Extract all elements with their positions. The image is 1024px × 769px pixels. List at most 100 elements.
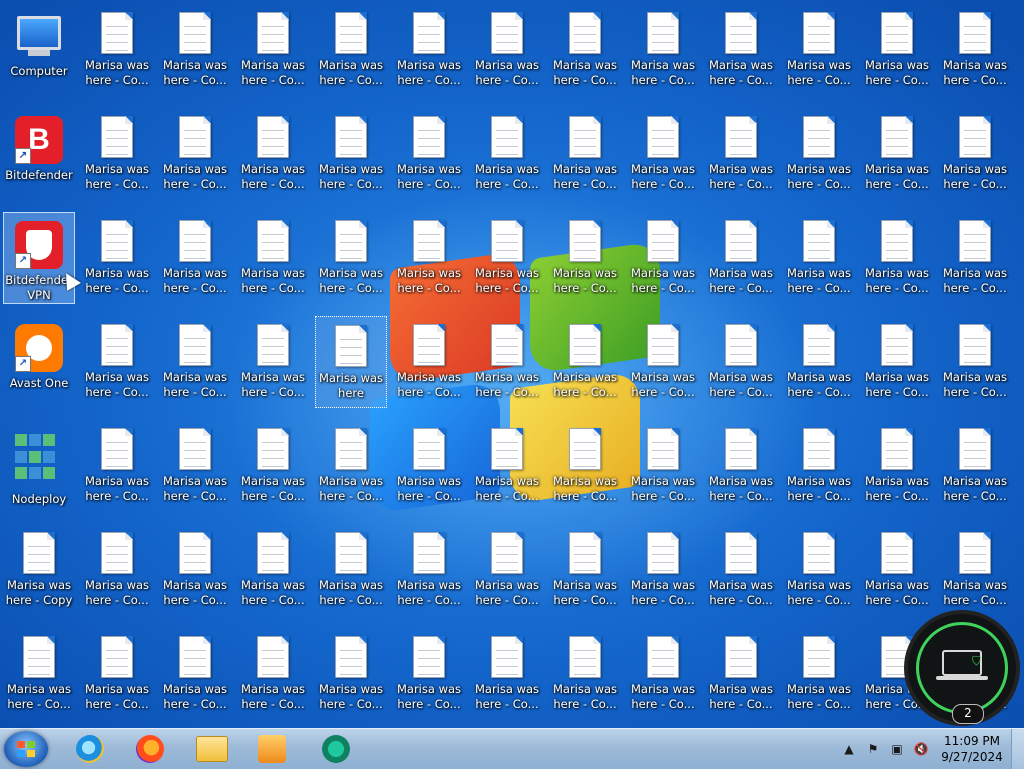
desktop-file-icon[interactable]: Marisa was here - Co... <box>627 108 699 200</box>
desktop-file-icon[interactable]: Marisa was here - Co... <box>159 524 231 616</box>
desktop-file-icon[interactable]: Marisa was here - Co... <box>81 524 153 616</box>
desktop-file-icon[interactable]: Marisa was here - Co... <box>783 212 855 304</box>
taskbar-file-explorer[interactable] <box>186 732 238 766</box>
desktop-file-icon[interactable]: Marisa was here - Co... <box>783 108 855 200</box>
desktop-file-icon[interactable]: Marisa was here - Co... <box>705 628 777 720</box>
desktop-file-icon[interactable]: Marisa was here - Co... <box>315 108 387 200</box>
desktop-file-icon[interactable]: Marisa was here - Co... <box>627 524 699 616</box>
desktop-file-icon[interactable]: Marisa was here - Co... <box>3 628 75 720</box>
desktop-file-icon[interactable]: Marisa was here - Co... <box>159 420 231 512</box>
desktop-file-icon[interactable]: Marisa was here - Co... <box>159 108 231 200</box>
desktop-file-icon[interactable]: Marisa was here - Co... <box>783 628 855 720</box>
desktop-file-icon[interactable]: Marisa was here - Co... <box>861 4 933 96</box>
desktop-file-icon[interactable]: Marisa was here - Co... <box>627 316 699 408</box>
desktop-file-icon[interactable]: Marisa was here - Co... <box>939 524 1011 616</box>
desktop-file-icon[interactable]: Marisa was here - Co... <box>549 4 621 96</box>
desktop-file-icon[interactable]: Marisa was here - Co... <box>705 108 777 200</box>
volume-muted-icon[interactable]: 🔇 <box>913 741 929 757</box>
desktop-file-icon[interactable]: Marisa was here - Co... <box>705 524 777 616</box>
desktop-file-icon[interactable]: Marisa was here - Co... <box>81 108 153 200</box>
desktop-file-icon[interactable]: Marisa was here - Co... <box>237 420 309 512</box>
desktop-file-icon[interactable]: Marisa was here - Co... <box>627 212 699 304</box>
desktop-icon-bitdefender-vpn[interactable]: ↗ Bitdefender VPN <box>3 212 75 304</box>
desktop-file-icon[interactable]: Marisa was here - Co... <box>549 420 621 512</box>
desktop-file-icon[interactable]: Marisa was here - Co... <box>627 4 699 96</box>
desktop-file-icon[interactable]: Marisa was here - Co... <box>939 316 1011 408</box>
desktop-file-icon[interactable]: Marisa was here - Co... <box>549 316 621 408</box>
desktop-file-icon[interactable]: Marisa was here - Co... <box>705 420 777 512</box>
desktop-file-icon[interactable]: Marisa was here - Co... <box>471 420 543 512</box>
desktop-file-icon[interactable]: Marisa was here - Co... <box>81 420 153 512</box>
desktop-file-icon[interactable]: Marisa was here - Co... <box>783 420 855 512</box>
desktop[interactable]: Computer B ↗ Bitdefender ↗ Bitdefender VP… <box>0 0 1024 728</box>
desktop-file-icon[interactable]: Marisa was here - Co... <box>81 4 153 96</box>
desktop-file-icon[interactable]: Marisa was here - Co... <box>861 420 933 512</box>
desktop-file-icon[interactable]: Marisa was here - Co... <box>81 212 153 304</box>
desktop-icon-bitdefender[interactable]: B ↗ Bitdefender <box>3 108 75 200</box>
clock[interactable]: 11:09 PM 9/27/2024 <box>937 733 1007 765</box>
desktop-file-icon[interactable]: Marisa was here <box>315 316 387 408</box>
desktop-file-icon[interactable]: Marisa was here - Co... <box>705 4 777 96</box>
desktop-icon-avast-one[interactable]: ↗ Avast One <box>3 316 75 408</box>
desktop-file-icon[interactable]: Marisa was here - Co... <box>237 524 309 616</box>
taskbar-media-player[interactable] <box>246 732 298 766</box>
desktop-file-icon[interactable]: Marisa was here - Co... <box>627 420 699 512</box>
desktop-file-icon[interactable]: Marisa was here - Co... <box>627 628 699 720</box>
desktop-file-icon[interactable]: Marisa was here - Co... <box>237 4 309 96</box>
desktop-file-icon[interactable]: Marisa was here - Co... <box>237 628 309 720</box>
show-hidden-icons-icon[interactable]: ▲ <box>841 741 857 757</box>
desktop-file-icon[interactable]: Marisa was here - Co... <box>705 316 777 408</box>
desktop-file-icon[interactable]: Marisa was here - Co... <box>315 420 387 512</box>
desktop-file-icon[interactable]: Marisa was here - Co... <box>471 212 543 304</box>
desktop-file-icon[interactable]: Marisa was here - Co... <box>159 212 231 304</box>
desktop-file-icon[interactable]: Marisa was here - Co... <box>861 108 933 200</box>
desktop-file-icon[interactable]: Marisa was here - Co... <box>705 212 777 304</box>
desktop-file-icon[interactable]: Marisa was here - Co... <box>237 316 309 408</box>
desktop-file-icon[interactable]: Marisa was here - Co... <box>939 108 1011 200</box>
desktop-file-icon[interactable]: Marisa was here - Co... <box>939 4 1011 96</box>
desktop-file-icon[interactable]: Marisa was here - Co... <box>393 316 465 408</box>
desktop-file-icon[interactable]: Marisa was here - Co... <box>81 316 153 408</box>
desktop-file-icon[interactable]: Marisa was here - Co... <box>159 628 231 720</box>
desktop-file-icon[interactable]: Marisa was here - Co... <box>549 212 621 304</box>
desktop-file-icon[interactable]: Marisa was here - Co... <box>549 108 621 200</box>
desktop-file-icon[interactable]: Marisa was here - Co... <box>471 524 543 616</box>
desktop-icon-computer[interactable]: Computer <box>3 4 75 96</box>
desktop-file-icon[interactable]: Marisa was here - Co... <box>315 524 387 616</box>
start-button[interactable] <box>4 731 48 767</box>
taskbar-firefox[interactable] <box>124 732 176 766</box>
desktop-file-icon[interactable]: Marisa was here - Co... <box>237 212 309 304</box>
desktop-file-icon[interactable]: Marisa was here - Co... <box>861 316 933 408</box>
taskbar-internet-explorer[interactable] <box>64 732 116 766</box>
desktop-file-icon[interactable]: Marisa was here - Co... <box>861 524 933 616</box>
desktop-file-icon[interactable]: Marisa was here - Co... <box>471 4 543 96</box>
desktop-file-icon[interactable]: Marisa was here - Co... <box>393 4 465 96</box>
desktop-file-icon[interactable]: Marisa was here - Co... <box>159 4 231 96</box>
network-icon[interactable]: ▣ <box>889 741 905 757</box>
desktop-file-icon[interactable]: Marisa was here - Co... <box>315 4 387 96</box>
desktop-file-icon[interactable]: Marisa was here - Co... <box>861 212 933 304</box>
desktop-file-icon[interactable]: Marisa was here - Co... <box>393 524 465 616</box>
desktop-file-icon[interactable]: Marisa was here - Co... <box>315 212 387 304</box>
desktop-file-icon[interactable]: Marisa was here - Co... <box>81 628 153 720</box>
desktop-file-icon[interactable]: Marisa was here - Co... <box>549 524 621 616</box>
desktop-file-icon[interactable]: Marisa was here - Co... <box>783 4 855 96</box>
desktop-file-icon[interactable]: Marisa was here - Co... <box>159 316 231 408</box>
desktop-file-icon[interactable]: Marisa was here - Copy <box>3 524 75 616</box>
desktop-file-icon[interactable]: Marisa was here - Co... <box>939 420 1011 512</box>
desktop-file-icon[interactable]: Marisa was here - Co... <box>471 316 543 408</box>
vpn-status-widget[interactable]: ⛉ 2 <box>904 610 1020 726</box>
desktop-icon-nodeploy[interactable]: Nodeploy <box>3 420 75 512</box>
desktop-file-icon[interactable]: Marisa was here - Co... <box>939 212 1011 304</box>
desktop-file-icon[interactable]: Marisa was here - Co... <box>237 108 309 200</box>
desktop-file-icon[interactable]: Marisa was here - Co... <box>471 108 543 200</box>
desktop-file-icon[interactable]: Marisa was here - Co... <box>783 524 855 616</box>
desktop-file-icon[interactable]: Marisa was here - Co... <box>783 316 855 408</box>
action-center-flag-icon[interactable]: ⚑ <box>865 741 881 757</box>
desktop-file-icon[interactable]: Marisa was here - Co... <box>315 628 387 720</box>
desktop-file-icon[interactable]: Marisa was here - Co... <box>393 628 465 720</box>
desktop-file-icon[interactable]: Marisa was here - Co... <box>471 628 543 720</box>
desktop-file-icon[interactable]: Marisa was here - Co... <box>393 420 465 512</box>
desktop-file-icon[interactable]: Marisa was here - Co... <box>393 108 465 200</box>
taskbar-bitdefender-vpn[interactable] <box>310 732 362 766</box>
